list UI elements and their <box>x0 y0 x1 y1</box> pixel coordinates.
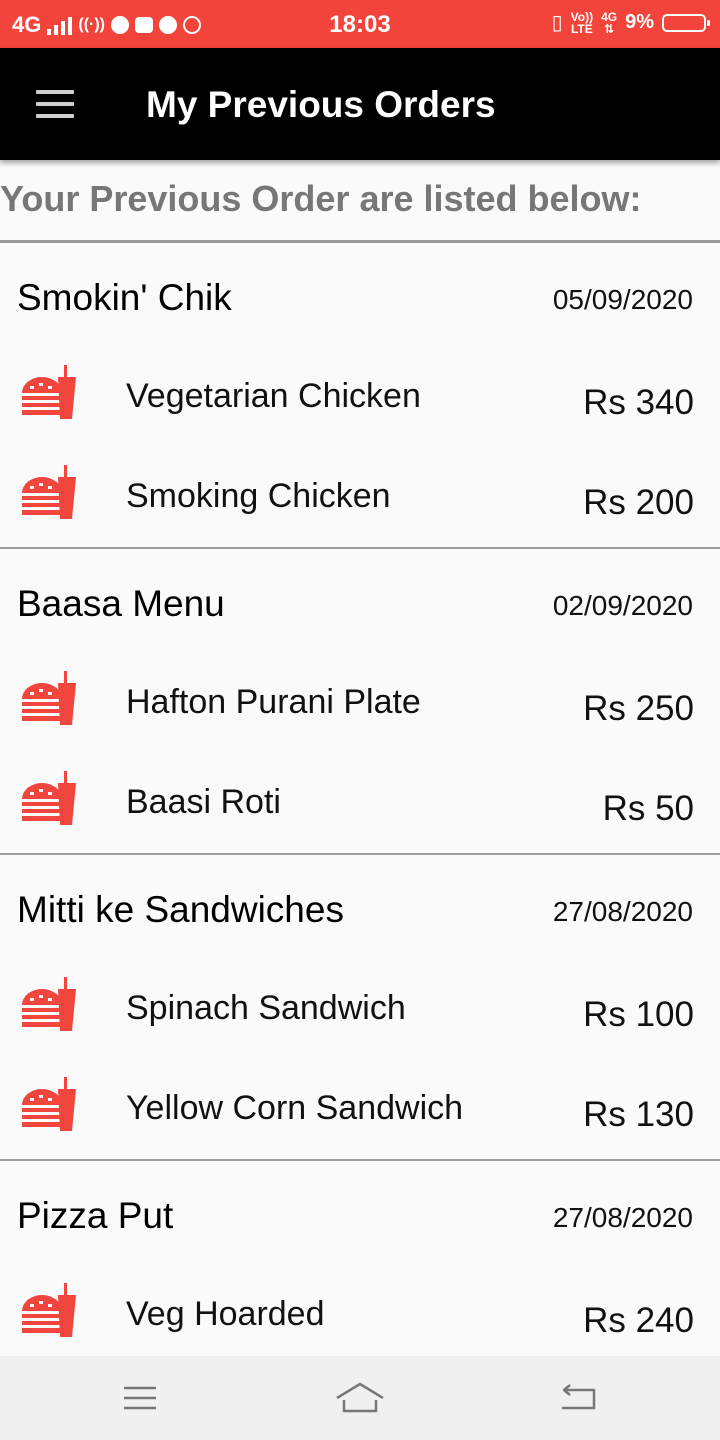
restaurant-name: Smokin' Chik <box>17 277 232 318</box>
restaurant-name: Mitti ke Sandwiches <box>17 889 344 930</box>
order-date: 27/08/2020 <box>552 1202 693 1233</box>
order-group: Pizza Put 27/08/2020 Veg Hoarded Rs 240 <box>0 1161 720 1365</box>
order-item-row[interactable]: Yellow Corn Sandwich Rs 130 <box>0 1059 720 1159</box>
order-header: Mitti ke Sandwiches 27/08/2020 <box>0 855 720 959</box>
item-price: Rs 130 <box>583 1095 694 1134</box>
restaurant-name: Baasa Menu <box>17 583 225 624</box>
order-group: Mitti ke Sandwiches 27/08/2020 Spinach San… <box>0 855 720 1161</box>
system-nav-bar <box>0 1356 720 1440</box>
order-header: Pizza Put 27/08/2020 <box>0 1161 720 1265</box>
status-right: ▯ Vo)) LTE 4G ⇅ 9% <box>551 9 710 36</box>
item-price: Rs 50 <box>602 789 694 828</box>
item-name: Spinach Sandwich <box>126 989 406 1027</box>
order-date: 05/09/2020 <box>552 284 693 315</box>
back-icon[interactable] <box>550 1376 610 1420</box>
fast-food-icon <box>20 1281 78 1339</box>
item-price: Rs 250 <box>583 689 694 728</box>
data-indicator: 4G ⇅ <box>601 9 618 36</box>
recents-icon[interactable] <box>110 1376 170 1420</box>
order-date: 02/09/2020 <box>552 590 693 621</box>
battery-percent: 9% <box>625 11 654 33</box>
item-name: Yellow Corn Sandwich <box>126 1089 464 1127</box>
orders-subtitle: Your Previous Order are listed below: <box>0 178 642 219</box>
orders-list: Smokin' Chik 05/09/2020 Vegetarian Chicken… <box>0 243 720 1365</box>
order-item-row[interactable]: Vegetarian Chicken Rs 340 <box>0 347 720 447</box>
page-title: My Previous Orders <box>146 84 496 125</box>
battery-icon <box>662 13 710 32</box>
order-item-row[interactable]: Smoking Chicken Rs 200 <box>0 447 720 547</box>
order-header: Smokin' Chik 05/09/2020 <box>0 243 720 347</box>
item-price: Rs 240 <box>583 1301 694 1340</box>
order-item-row[interactable]: Spinach Sandwich Rs 100 <box>0 959 720 1059</box>
vibrate-icon: ▯ <box>551 12 563 34</box>
order-header: Baasa Menu 02/09/2020 <box>0 549 720 653</box>
fast-food-icon <box>20 975 78 1033</box>
order-group: Baasa Menu 02/09/2020 Hafton Purani Plate R… <box>0 549 720 855</box>
fast-food-icon <box>20 1075 78 1133</box>
item-price: Rs 340 <box>583 383 694 422</box>
item-name: Baasi Roti <box>126 783 281 821</box>
fast-food-icon <box>20 669 78 727</box>
order-item-row[interactable]: Baasi Roti Rs 50 <box>0 753 720 853</box>
item-price: Rs 200 <box>583 483 694 522</box>
fast-food-icon <box>20 363 78 421</box>
fast-food-icon <box>20 769 78 827</box>
order-group: Smokin' Chik 05/09/2020 Vegetarian Chicken… <box>0 243 720 549</box>
item-name: Vegetarian Chicken <box>126 377 421 415</box>
item-name: Smoking Chicken <box>126 477 391 515</box>
item-price: Rs 100 <box>583 995 694 1034</box>
home-icon[interactable] <box>330 1376 390 1420</box>
order-item-row[interactable]: Veg Hoarded Rs 240 <box>0 1265 720 1365</box>
item-name: Hafton Purani Plate <box>126 683 421 721</box>
app-toolbar: My Previous Orders <box>0 48 720 160</box>
order-item-row[interactable]: Hafton Purani Plate Rs 250 <box>0 653 720 753</box>
hamburger-icon[interactable] <box>36 90 76 118</box>
restaurant-name: Pizza Put <box>17 1195 174 1236</box>
volte-indicator: Vo)) LTE <box>570 9 594 36</box>
fast-food-icon <box>20 463 78 521</box>
item-name: Veg Hoarded <box>126 1295 325 1333</box>
status-bar: 4G ((·)) 18:03 ▯ Vo)) LTE 4G ⇅ 9% <box>0 0 720 48</box>
order-date: 27/08/2020 <box>552 896 693 927</box>
